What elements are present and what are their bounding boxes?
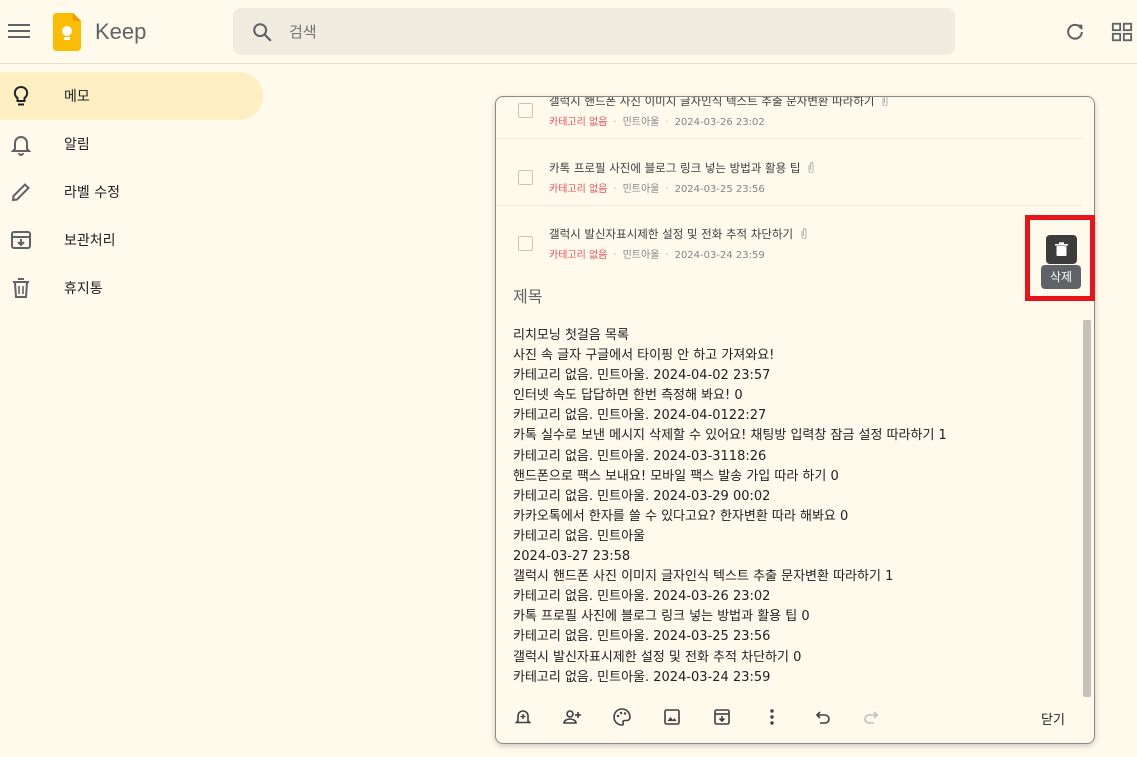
sidebar-item-trash[interactable]: 휴지통: [0, 264, 263, 312]
note-body-line: 카테고리 없음. 민트아울. 2024-04-02 23:57: [513, 368, 771, 384]
list-item-category[interactable]: 카테고리 없음: [549, 184, 607, 195]
list-item-checkbox[interactable]: [518, 236, 533, 251]
list-item[interactable]: 갤럭시 핸드폰 사진 이미지 글자인식 텍스트 추출 문자변환 따라하기 카테고…: [496, 96, 1082, 139]
sidebar-item-notes[interactable]: 메모: [0, 72, 263, 120]
sidebar-item-reminders[interactable]: 알림: [0, 120, 263, 168]
attachment-icon: [882, 97, 888, 106]
list-item-title: 카톡 프로필 사진에 블로그 링크 넣는 방법과 활용 팁: [549, 161, 801, 175]
sidebar-item-archive[interactable]: 보관처리: [0, 216, 263, 264]
note-body-line: 사진 속 글자 구글에서 타이핑 안 하고 가져와요!: [513, 348, 775, 364]
note-body-line: 카테고리 없음. 민트아울. 2024-03-3118:26: [513, 448, 767, 464]
list-item-date: 2024-03-24 23:59: [674, 250, 765, 261]
sidebar: 메모 알림 라벨 수정 보관처리 휴지통: [0, 72, 270, 312]
archive-icon: [11, 231, 31, 249]
bell-icon: [10, 136, 32, 156]
refresh-icon[interactable]: [1064, 21, 1086, 43]
pencil-icon: [11, 183, 30, 202]
note-editor[interactable]: 갤럭시 핸드폰 사진 이미지 글자인식 텍스트 추출 문자변환 따라하기 카테고…: [495, 96, 1095, 744]
trash-icon: [13, 278, 29, 298]
main-menu-icon[interactable]: [8, 20, 30, 44]
scrollbar[interactable]: [1083, 320, 1091, 697]
delete-button[interactable]: [1046, 235, 1077, 264]
collaborator-icon[interactable]: [562, 707, 582, 727]
note-body-line: 핸드폰으로 팩스 보내요! 모바일 팩스 발송 가입 따라 하기 0: [513, 468, 839, 484]
note-body-line: 카톡 실수로 보낸 메시지 삭제할 수 있어요! 채팅방 입력창 잠금 설정 따…: [513, 428, 947, 444]
note-body-line: 인터넷 속도 답답하면 한번 측정해 봐요! 0: [513, 388, 743, 404]
close-button[interactable]: 닫기: [1015, 702, 1091, 734]
search-bar[interactable]: [233, 8, 955, 55]
note-body-line: 카톡 프로필 사진에 블로그 링크 넣는 방법과 활용 팁 0: [513, 609, 810, 625]
note-body-line: 2024-03-27 23:58: [513, 549, 631, 565]
list-item[interactable]: 카톡 프로필 사진에 블로그 링크 넣는 방법과 활용 팁 카테고리 없음 · 민트…: [496, 140, 1082, 206]
search-icon[interactable]: [251, 21, 273, 43]
list-item-author: 민트아울: [622, 250, 660, 261]
remind-icon[interactable]: [513, 707, 533, 727]
sidebar-item-label: 휴지통: [64, 281, 103, 297]
list-item-checkbox[interactable]: [518, 103, 533, 118]
note-title-field[interactable]: 제목: [513, 283, 542, 307]
editor-toolbar: 닫기: [496, 707, 1094, 743]
palette-icon[interactable]: [612, 707, 632, 727]
more-icon[interactable]: [762, 707, 782, 727]
list-item[interactable]: 갤럭시 발신자표시제한 설정 및 전화 추적 차단하기 카테고리 없음 · 민트아울…: [496, 206, 1082, 272]
list-item-category[interactable]: 카테고리 없음: [549, 250, 607, 261]
note-body-line: 카테고리 없음. 민트아울. 2024-04-0122:27: [513, 408, 767, 424]
image-icon[interactable]: [662, 707, 682, 727]
sidebar-item-label: 라벨 수정: [64, 185, 120, 201]
note-body-line: 갤럭시 핸드폰 사진 이미지 글자인식 텍스트 추출 문자변환 따라하기 1: [513, 569, 894, 585]
sidebar-item-edit-labels[interactable]: 라벨 수정: [0, 168, 263, 216]
search-input[interactable]: [289, 19, 929, 45]
trash-icon: [1055, 242, 1068, 256]
note-body-line: 리치모닝 첫걸음 목록: [513, 328, 629, 343]
top-bar: Keep: [0, 0, 1137, 64]
note-body-line: 갤럭시 발신자표시제한 설정 및 전화 추적 차단하기 0: [513, 649, 802, 665]
note-body-line: 카카오톡에서 한자를 쓸 수 있다고요? 한자변환 따라 해봐요 0: [513, 508, 849, 524]
sidebar-item-label: 보관처리: [64, 233, 116, 249]
note-body-line: 카테고리 없음. 민트아울. 2024-03-29 00:02: [513, 488, 771, 504]
list-item-date: 2024-03-26 23:02: [674, 117, 765, 128]
attachment-icon: [801, 228, 807, 239]
list-item-category[interactable]: 카테고리 없음: [549, 117, 607, 128]
grid-view-icon[interactable]: [1111, 21, 1133, 43]
note-body-line: 카테고리 없음. 민트아울. 2024-03-25 23:56: [513, 629, 771, 645]
list-item-author: 민트아울: [622, 184, 660, 195]
sidebar-item-label: 알림: [64, 137, 90, 153]
list-item-title: 갤럭시 발신자표시제한 설정 및 전화 추적 차단하기: [549, 227, 794, 241]
note-body-line: 카테고리 없음. 민트아울. 2024-03-26 23:02: [513, 589, 771, 605]
list-item-date: 2024-03-25 23:56: [674, 184, 765, 195]
list-item-author: 민트아울: [622, 117, 660, 128]
sidebar-item-label: 메모: [64, 89, 90, 105]
undo-icon[interactable]: [812, 707, 832, 727]
app-title[interactable]: Keep: [95, 19, 146, 45]
attachment-icon: [808, 162, 814, 173]
redo-icon: [864, 711, 879, 724]
lightbulb-icon: [13, 85, 29, 106]
list-item-checkbox[interactable]: [518, 170, 533, 185]
note-body-line: 카테고리 없음. 민트아울: [513, 528, 645, 544]
delete-tooltip: 삭제: [1041, 265, 1081, 289]
list-item-title: 갤럭시 핸드폰 사진 이미지 글자인식 텍스트 추출 문자변환 따라하기: [549, 96, 875, 108]
note-body[interactable]: 리치모닝 첫걸음 목록사진 속 글자 구글에서 타이핑 안 하고 가져와요! 카테…: [513, 326, 1073, 688]
keep-logo-icon: [53, 13, 81, 51]
note-body-line: 카테고리 없음. 민트아울. 2024-03-24 23:59: [513, 669, 771, 685]
archive-icon[interactable]: [712, 707, 732, 727]
